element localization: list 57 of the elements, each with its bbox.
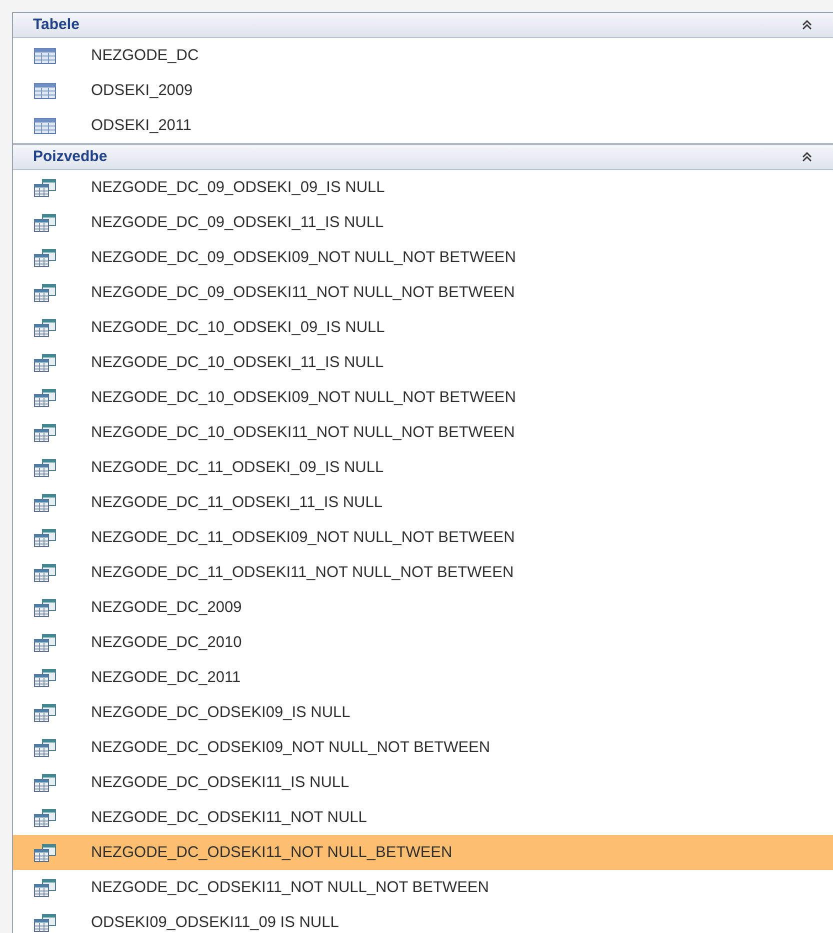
table-icon [34, 82, 56, 98]
table-icon [34, 118, 56, 134]
query-icon [34, 634, 56, 652]
item-label: NEZGODE_DC_2010 [91, 632, 242, 653]
query-icon [34, 844, 56, 862]
item-label: NEZGODE_DC_ODSEKI09_NOT NULL_NOT BETWEEN [91, 738, 490, 758]
query-icon [34, 564, 56, 582]
item-label: ODSEKI09_ODSEKI11_09 IS NULL [91, 912, 339, 933]
group-title: Poizvedbe [33, 146, 108, 167]
query-icon [34, 808, 56, 826]
item-label: NEZGODE_DC_ODSEKI11_IS NULL [91, 772, 350, 793]
query-icon [34, 284, 56, 302]
item-label: NEZGODE_DC_10_ODSEKI_11_IS NULL [91, 352, 384, 373]
item-label: NEZGODE_DC_09_ODSEKI09_NOT NULL_NOT BETWEEN [91, 248, 516, 268]
item-label: NEZGODE_DC_09_ODSEKI_09_IS NULL [91, 178, 385, 198]
query-icon [34, 914, 56, 932]
item-label: NEZGODE_DC_11_ODSEKI11_NOT NULL_NOT BETWEEN [91, 562, 514, 583]
query-icon [34, 494, 56, 512]
collapse-chevron-icon[interactable] [801, 152, 813, 162]
query-icon [34, 354, 56, 372]
group-header[interactable]: Poizvedbe [13, 145, 833, 170]
query-icon [34, 878, 56, 896]
item-label: NEZGODE_DC_ODSEKI11_NOT NULL_BETWEEN [91, 842, 452, 863]
item-label: ODSEKI_2009 [91, 80, 193, 101]
query-icon [34, 178, 56, 196]
item-label: NEZGODE_DC [91, 46, 199, 66]
item-label: NEZGODE_DC_2009 [91, 598, 242, 618]
query-icon [34, 248, 56, 266]
item-label: NEZGODE_DC_11_ODSEKI09_NOT NULL_NOT BETWEEN [91, 528, 515, 548]
query-icon [34, 388, 56, 406]
collapse-chevron-icon[interactable] [801, 20, 813, 30]
query-icon [34, 704, 56, 722]
item-label: NEZGODE_DC_2011 [91, 668, 241, 688]
item-label: NEZGODE_DC_09_ODSEKI11_NOT NULL_NOT BETWEEN [91, 282, 515, 303]
query-icon [34, 424, 56, 442]
item-label: NEZGODE_DC_10_ODSEKI_09_IS NULL [91, 318, 385, 338]
item-label: NEZGODE_DC_ODSEKI11_NOT NULL [91, 808, 367, 828]
query-icon [34, 774, 56, 792]
item-label: NEZGODE_DC_10_ODSEKI11_NOT NULL_NOT BETWEEN [91, 422, 515, 443]
table-icon [34, 48, 56, 64]
item-label: NEZGODE_DC_ODSEKI09_IS NULL [91, 702, 350, 723]
query-icon [34, 668, 56, 686]
group-title: Tabele [33, 14, 80, 35]
query-icon [34, 318, 56, 336]
item-label: NEZGODE_DC_10_ODSEKI09_NOT NULL_NOT BETWEEN [91, 388, 516, 408]
navigation-item[interactable]: NEZGODE_DC_ODSEKI11_NOT NULL_BETWEEN [13, 835, 833, 870]
query-icon [34, 528, 56, 546]
query-icon [34, 214, 56, 232]
item-label: NEZGODE_DC_ODSEKI11_NOT NULL_NOT BETWEEN [91, 878, 489, 898]
query-icon [34, 598, 56, 616]
item-label: NEZGODE_DC_11_ODSEKI_11_IS NULL [91, 492, 382, 513]
query-icon [34, 458, 56, 476]
item-label: ODSEKI_2011 [91, 116, 192, 136]
group-header[interactable]: Tabele [13, 13, 833, 38]
item-label: NEZGODE_DC_09_ODSEKI_11_IS NULL [91, 212, 384, 233]
item-label: NEZGODE_DC_11_ODSEKI_09_IS NULL [91, 458, 384, 478]
query-icon [34, 738, 56, 756]
